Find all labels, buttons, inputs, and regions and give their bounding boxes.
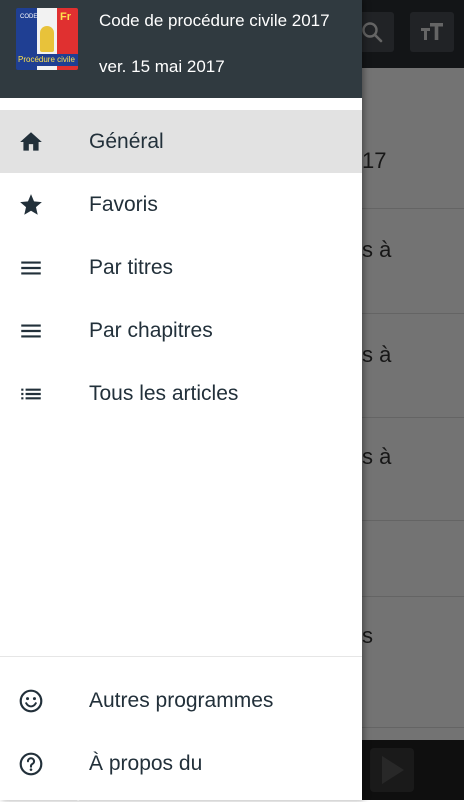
nav-item-par-titres[interactable]: Par titres [0, 236, 362, 299]
app-logo: CODE Fr Procédure civile [16, 8, 78, 70]
nav-item-label: Autres programmes [89, 688, 274, 712]
drawer-divider [0, 656, 362, 657]
nav-item-label: Tous les articles [89, 381, 239, 405]
nav-item-favoris[interactable]: Favoris [0, 173, 362, 236]
drawer-header: CODE Fr Procédure civile Code de procédu… [0, 0, 362, 98]
nav-item-par-chapitres[interactable]: Par chapitres [0, 299, 362, 362]
nav-item-label: Général [89, 129, 164, 153]
nav-item-tous-les-articles[interactable]: Tous les articles [0, 362, 362, 425]
app-title: Code de procédure civile 2017 [99, 11, 330, 30]
menu-icon [18, 255, 44, 281]
nav-item-label: Favoris [89, 192, 158, 216]
star-icon [18, 192, 44, 218]
nav-item-label: Par chapitres [89, 318, 213, 342]
navigation-drawer: CODE Fr Procédure civile Code de procédu… [0, 0, 362, 800]
menu-icon [18, 318, 44, 344]
nav-item-label: Par titres [89, 255, 174, 279]
ad-overlay-text: free for personal use [0, 776, 202, 801]
help-circle-icon [18, 751, 44, 777]
list-icon [18, 381, 44, 407]
smiley-icon [18, 688, 44, 714]
app-version: ver. 15 mai 2017 [99, 57, 225, 76]
nav-item-general[interactable]: Général [0, 110, 362, 173]
home-icon [18, 129, 44, 155]
nav-item-label: À propos du [89, 751, 203, 775]
nav-item-autres-programmes[interactable]: Autres programmes [0, 669, 362, 732]
